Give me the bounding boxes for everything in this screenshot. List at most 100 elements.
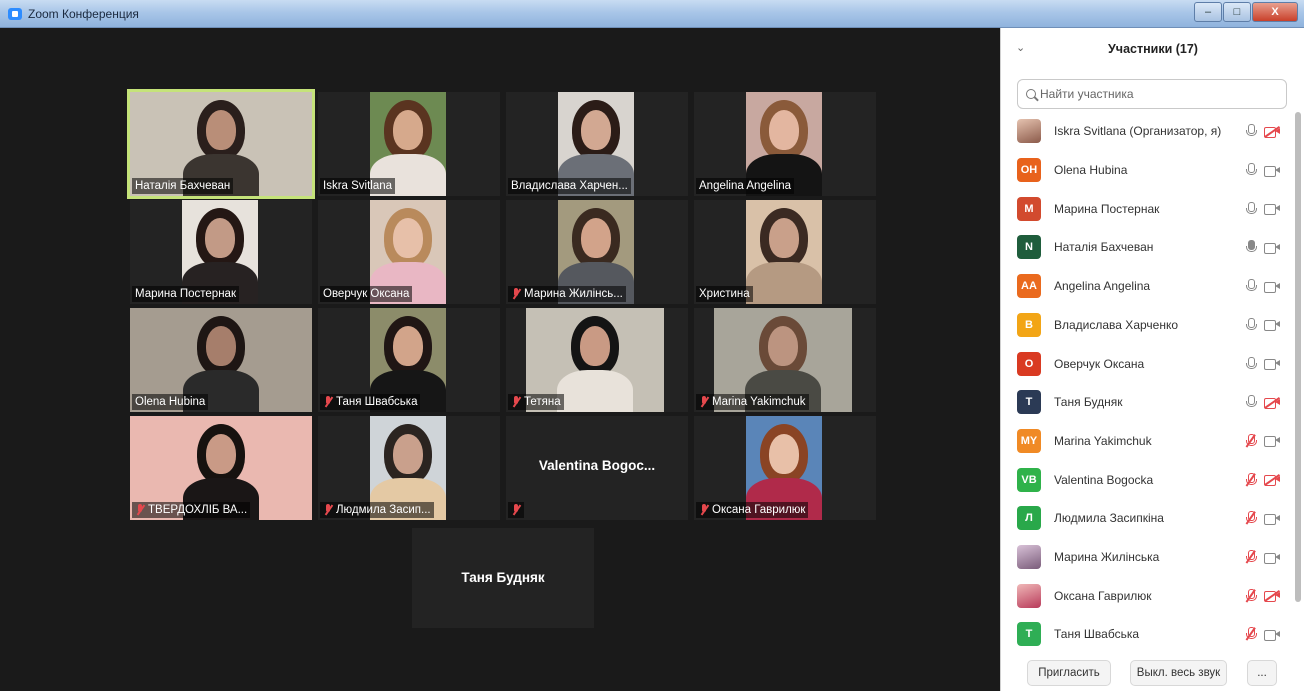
microphone-icon[interactable]	[1245, 201, 1257, 216]
microphone-icon[interactable]	[1245, 356, 1257, 371]
close-button[interactable]: X	[1252, 2, 1298, 22]
tile-name-text: Olena Hubina	[135, 396, 206, 408]
mic-muted-icon[interactable]	[1245, 472, 1257, 487]
video-tile[interactable]: Владислава Харчен...	[506, 92, 688, 196]
video-tile[interactable]: Оверчук Оксана	[318, 200, 500, 304]
video-tile[interactable]: Iskra Svitlana	[318, 92, 500, 196]
camera-icon[interactable]	[1264, 203, 1280, 216]
participant-row[interactable]: B Владислава Харченко	[1001, 306, 1293, 345]
microphone-icon[interactable]	[1245, 317, 1257, 332]
video-tile[interactable]: ТВЕРДОХЛІБ ВА...	[130, 416, 312, 520]
participant-row[interactable]: VB Valentina Bogocka	[1001, 460, 1293, 499]
participant-row[interactable]: OH Olena Hubina	[1001, 151, 1293, 190]
participant-row[interactable]: O Оверчук Оксана	[1001, 344, 1293, 383]
mic-muted-icon[interactable]	[1245, 433, 1257, 448]
camera-icon[interactable]	[1264, 552, 1280, 564]
avatar: VB	[1017, 467, 1041, 492]
participant-row[interactable]: MY Marina Yakimchuk	[1001, 422, 1293, 461]
camera-icon[interactable]	[1264, 629, 1280, 641]
video-tile[interactable]: Марина Постернак	[130, 200, 312, 304]
more-options-button[interactable]: ...	[1247, 660, 1277, 686]
microphone-icon[interactable]	[1245, 279, 1257, 293]
video-tile[interactable]: Таня Будняк	[412, 528, 594, 628]
mic-muted-icon	[511, 396, 521, 408]
microphone-icon[interactable]	[1245, 240, 1257, 254]
camera-icon[interactable]	[1264, 242, 1280, 254]
tile-name-label: Тетяна	[508, 394, 564, 410]
mic-muted-icon[interactable]	[1245, 511, 1257, 525]
participant-row[interactable]: Марина Жилінська	[1001, 538, 1293, 577]
video-tile[interactable]: Olena Hubina	[130, 308, 312, 412]
microphone-icon[interactable]	[1245, 395, 1257, 409]
camera-off-icon[interactable]	[1264, 590, 1280, 603]
avatar: T	[1017, 390, 1041, 415]
participant-name: Наталія Бахчеван	[1054, 240, 1154, 255]
camera-icon[interactable]	[1264, 358, 1280, 371]
tile-name-label: ТВЕРДОХЛІБ ВА...	[132, 502, 251, 518]
participant-search[interactable]	[1017, 79, 1287, 109]
participant-name: Марина Постернак	[1054, 201, 1160, 216]
minimize-button[interactable]: –	[1194, 2, 1222, 22]
maximize-button[interactable]: □	[1223, 2, 1251, 22]
video-tile[interactable]: Оксана Гаврилюк	[694, 416, 876, 520]
camera-off-icon[interactable]	[1264, 474, 1280, 487]
participant-row[interactable]: Л Людмила Засипкіна	[1001, 499, 1293, 538]
tile-name-text: Marina Yakimchuk	[712, 396, 806, 408]
participant-row[interactable]: T Таня Будняк	[1001, 383, 1293, 422]
tile-name-text: Iskra Svitlana	[323, 180, 393, 192]
video-tile[interactable]: Тетяна	[506, 308, 688, 412]
avatar: MY	[1017, 428, 1041, 453]
microphone-icon[interactable]	[1245, 124, 1257, 138]
avatar: N	[1017, 235, 1041, 260]
mute-all-button[interactable]: Выкл. весь звук	[1130, 660, 1227, 686]
video-tile[interactable]: Марина Жилінсь...	[506, 200, 688, 304]
microphone-icon[interactable]	[1245, 163, 1257, 177]
video-tile[interactable]: Marina Yakimchuk	[694, 308, 876, 412]
participant-name: Оверчук Оксана	[1054, 356, 1145, 371]
participant-search-input[interactable]	[1040, 87, 1270, 101]
participant-list-scrollbar[interactable]	[1295, 112, 1301, 602]
tile-name-label	[508, 502, 524, 518]
video-gallery: Наталія Бахчеван Iskra Svitlana Владислава…	[8, 28, 1000, 691]
mic-muted-icon	[511, 504, 521, 516]
participant-name: Владислава Харченко	[1054, 317, 1179, 332]
camera-icon[interactable]	[1264, 513, 1280, 525]
mic-muted-icon[interactable]	[1245, 588, 1257, 603]
participant-name: Iskra Svitlana (Организатор, я)	[1054, 124, 1222, 139]
tile-name-text: Людмила Засип...	[336, 504, 431, 516]
participant-row[interactable]: N Наталія Бахчеван	[1001, 228, 1293, 267]
tile-name-label: Marina Yakimchuk	[696, 394, 809, 410]
camera-off-icon[interactable]	[1264, 125, 1280, 138]
participant-row[interactable]: T Таня Швабська	[1001, 615, 1293, 652]
avatar: M	[1017, 196, 1041, 221]
tile-name-label: Оксана Гаврилюк	[696, 502, 809, 518]
video-tile[interactable]: Христина	[694, 200, 876, 304]
invite-button[interactable]: Пригласить	[1027, 660, 1111, 686]
participant-row[interactable]: Iskra Svitlana (Организатор, я)	[1001, 112, 1293, 151]
participant-name: Valentina Bogocka	[1054, 472, 1154, 487]
camera-icon[interactable]	[1264, 319, 1280, 332]
video-tile[interactable]: Таня Швабська	[318, 308, 500, 412]
video-tile[interactable]: Людмила Засип...	[318, 416, 500, 520]
video-tile[interactable]: Angelina Angelina	[694, 92, 876, 196]
camera-icon[interactable]	[1264, 435, 1280, 448]
participant-row[interactable]: AA Angelina Angelina	[1001, 267, 1293, 306]
participant-row[interactable]: Оксана Гаврилюк	[1001, 576, 1293, 615]
video-tile[interactable]: Наталія Бахчеван	[127, 89, 315, 199]
video-tile[interactable]: Valentina Bogoc...	[506, 416, 688, 520]
tile-display-name: Valentina Bogoc...	[538, 458, 656, 473]
camera-icon[interactable]	[1264, 165, 1280, 177]
avatar: Л	[1017, 506, 1041, 531]
mic-muted-icon	[699, 396, 709, 408]
camera-off-icon[interactable]	[1264, 396, 1280, 409]
participant-name: Марина Жилінська	[1054, 550, 1160, 565]
participants-title: Участники (17)	[1108, 42, 1198, 56]
mic-muted-icon	[323, 504, 333, 516]
participant-row[interactable]: M Марина Постернак	[1001, 189, 1293, 228]
camera-icon[interactable]	[1264, 281, 1280, 293]
mic-muted-icon	[699, 504, 709, 516]
mic-muted-icon[interactable]	[1245, 550, 1257, 564]
tile-name-text: Таня Швабська	[336, 396, 418, 408]
mic-muted-icon[interactable]	[1245, 627, 1257, 641]
avatar	[1017, 119, 1041, 144]
